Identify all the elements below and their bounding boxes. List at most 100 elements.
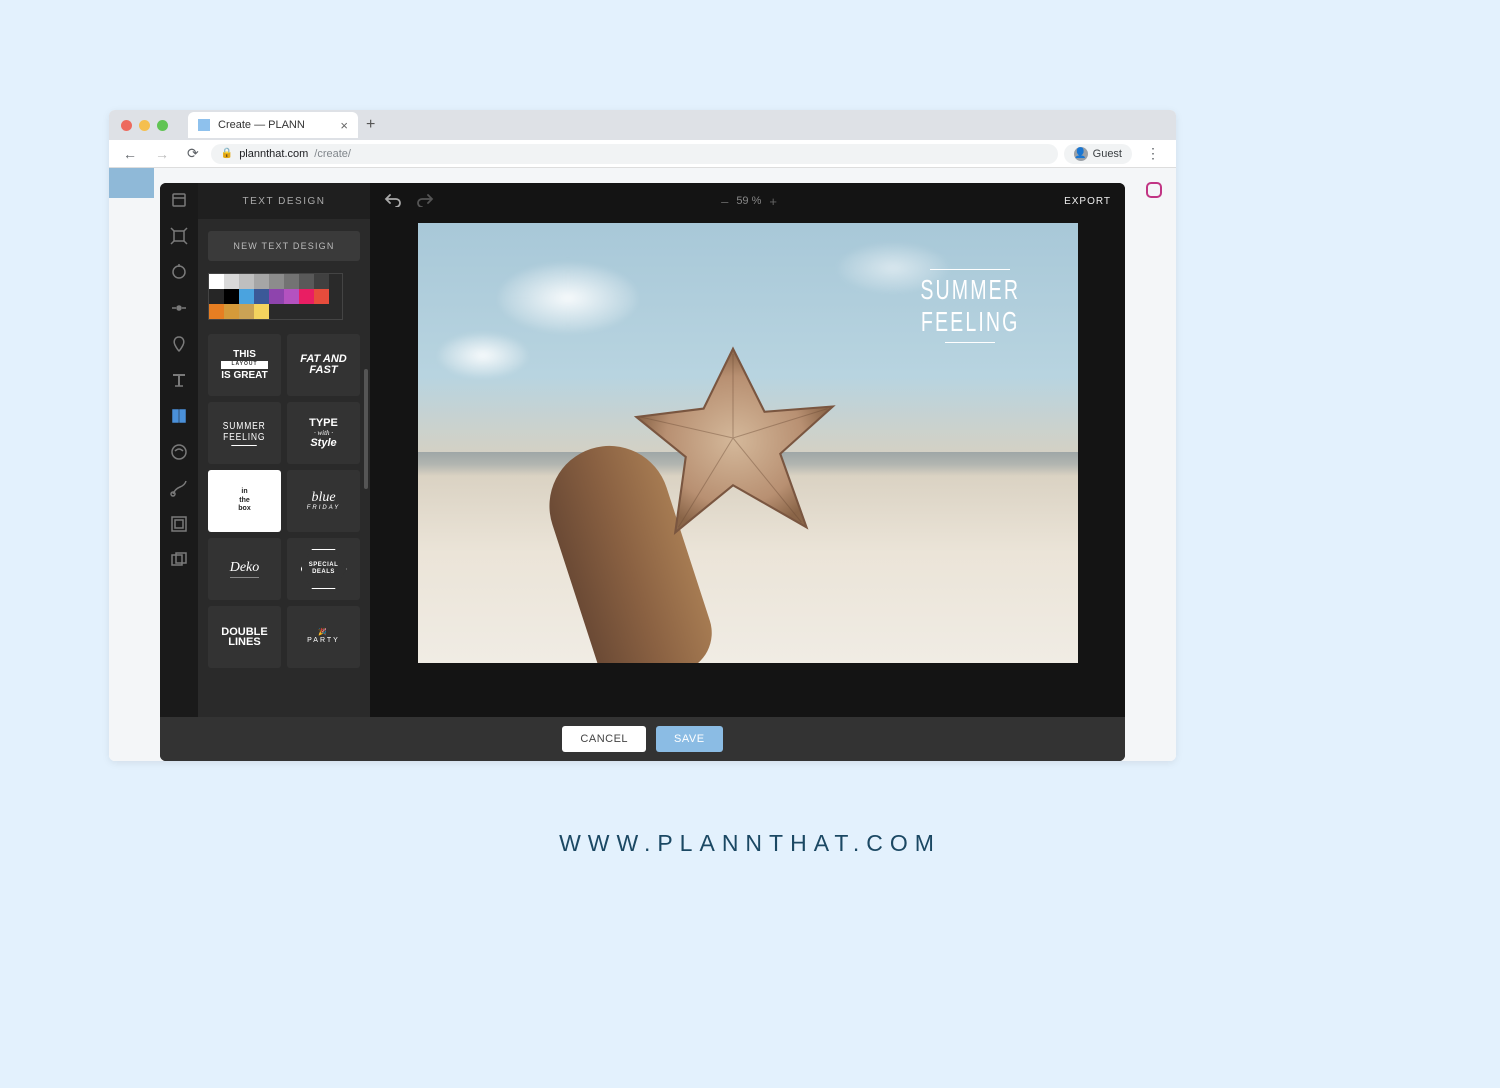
canvas[interactable]: SUMMER FEELING — [418, 223, 1078, 663]
color-swatch[interactable] — [209, 289, 224, 304]
zoom-in-button[interactable]: + — [769, 194, 777, 209]
tool-overlay-icon[interactable] — [170, 551, 188, 569]
nav-forward-button[interactable]: → — [149, 144, 175, 164]
nav-back-button[interactable]: ← — [117, 144, 143, 164]
user-icon: 👤 — [1074, 147, 1088, 161]
lock-icon: 🔒 — [221, 148, 233, 159]
template-type-style[interactable]: TYPE· with ·Style — [287, 402, 360, 464]
color-swatch[interactable] — [224, 274, 239, 289]
tool-sticker-icon[interactable] — [170, 443, 188, 461]
cancel-button[interactable]: CANCEL — [562, 726, 646, 752]
instagram-icon — [1146, 182, 1162, 198]
editor-footer: CANCEL SAVE — [160, 717, 1125, 761]
tab-title: Create — PLANN — [218, 119, 305, 131]
tool-transform-icon[interactable] — [170, 227, 188, 245]
starfish-decoration — [618, 333, 848, 543]
panel-content: NEW TEXT DESIGN THISLAYOUTIS GREATFAT AN… — [198, 219, 370, 717]
color-swatch[interactable] — [224, 289, 239, 304]
zoom-out-button[interactable]: – — [721, 194, 728, 209]
template-deko[interactable]: Deko — [208, 538, 281, 600]
color-swatch[interactable] — [284, 289, 299, 304]
profile-label: Guest — [1093, 148, 1122, 160]
tool-frame-icon[interactable] — [170, 515, 188, 533]
template-summer-feeling[interactable]: SUMMERFEELING — [208, 402, 281, 464]
color-swatch[interactable] — [299, 274, 314, 289]
template-in-the-box[interactable]: inthebox — [208, 470, 281, 532]
editor-body: TEXT DESIGN NEW TEXT DESIGN THISLAYOUTIS… — [160, 183, 1125, 717]
canvas-toolbar: – 59 % + EXPORT — [370, 183, 1125, 219]
tool-filter-icon[interactable] — [170, 335, 188, 353]
color-swatches — [208, 273, 343, 320]
tool-rail — [160, 183, 198, 717]
canvas-area: – 59 % + EXPORT — [370, 183, 1125, 717]
tool-library-icon[interactable] — [170, 191, 188, 209]
favicon — [198, 119, 210, 131]
url-path: /create/ — [314, 148, 351, 160]
color-swatch[interactable] — [224, 304, 239, 319]
plann-logo — [109, 168, 154, 198]
window-maximize-button[interactable] — [157, 120, 168, 131]
browser-tab[interactable]: Create — PLANN × — [188, 112, 358, 138]
cloud-decoration — [498, 263, 638, 333]
image-editor-modal: TEXT DESIGN NEW TEXT DESIGN THISLAYOUTIS… — [160, 183, 1125, 761]
undo-button[interactable] — [384, 193, 402, 210]
color-swatch[interactable] — [299, 289, 314, 304]
tool-text-icon[interactable] — [170, 371, 188, 389]
save-button[interactable]: SAVE — [656, 726, 723, 752]
template-double-lines[interactable]: DOUBLELINES — [208, 606, 281, 668]
color-swatch[interactable] — [209, 274, 224, 289]
canvas-wrap: SUMMER FEELING — [370, 219, 1125, 717]
overlay-rule — [930, 269, 1010, 270]
nav-reload-button[interactable]: ⟳ — [181, 143, 205, 164]
color-swatch[interactable] — [239, 274, 254, 289]
color-swatch[interactable] — [269, 289, 284, 304]
browser-address-bar: ← → ⟳ 🔒 plannthat.com/create/ 👤 Guest ⋮ — [109, 140, 1176, 168]
new-text-design-button[interactable]: NEW TEXT DESIGN — [208, 231, 360, 261]
window-minimize-button[interactable] — [139, 120, 150, 131]
browser-menu-button[interactable]: ⋮ — [1138, 145, 1168, 162]
zoom-value: 59 % — [736, 195, 761, 207]
redo-button[interactable] — [416, 193, 434, 210]
new-tab-button[interactable]: + — [366, 116, 375, 134]
template-special-deals[interactable]: SPECIALDEALS — [287, 538, 360, 600]
overlay-line1: SUMMER — [920, 274, 1020, 306]
template-this-layout[interactable]: THISLAYOUTIS GREAT — [208, 334, 281, 396]
overlay-rule — [945, 342, 995, 343]
color-swatch[interactable] — [284, 274, 299, 289]
footer-url: WWW.PLANNTHAT.COM — [0, 830, 1500, 857]
tool-focus-icon[interactable] — [170, 299, 188, 317]
tool-text-design-icon[interactable] — [170, 407, 188, 425]
text-overlay[interactable]: SUMMER FEELING — [899, 265, 1041, 347]
color-swatch[interactable] — [209, 304, 224, 319]
window-controls — [109, 120, 168, 131]
color-swatch[interactable] — [254, 289, 269, 304]
tool-adjust-icon[interactable] — [170, 263, 188, 281]
tab-close-icon[interactable]: × — [340, 118, 348, 133]
zoom-control: – 59 % + — [721, 194, 777, 209]
browser-window: Create — PLANN × + ← → ⟳ 🔒 plannthat.com… — [109, 110, 1176, 761]
cloud-decoration — [438, 333, 528, 378]
panel-title: TEXT DESIGN — [198, 183, 370, 219]
text-design-panel: TEXT DESIGN NEW TEXT DESIGN THISLAYOUTIS… — [198, 183, 370, 717]
window-close-button[interactable] — [121, 120, 132, 131]
color-swatch[interactable] — [314, 274, 329, 289]
color-swatch[interactable] — [239, 304, 254, 319]
color-swatch[interactable] — [254, 304, 269, 319]
url-input[interactable]: 🔒 plannthat.com/create/ — [211, 144, 1058, 164]
color-swatch[interactable] — [314, 289, 329, 304]
template-fat-fast[interactable]: FAT ANDFAST — [287, 334, 360, 396]
export-button[interactable]: EXPORT — [1064, 196, 1111, 207]
template-party[interactable]: 🎉PARTY — [287, 606, 360, 668]
color-swatch[interactable] — [254, 274, 269, 289]
color-swatch[interactable] — [239, 289, 254, 304]
overlay-line2: FEELING — [920, 306, 1020, 338]
browser-tab-bar: Create — PLANN × + — [109, 110, 1176, 140]
template-blue-friday[interactable]: blueFRIDAY — [287, 470, 360, 532]
tool-brush-icon[interactable] — [170, 479, 188, 497]
url-domain: plannthat.com — [239, 148, 308, 160]
template-grid: THISLAYOUTIS GREATFAT ANDFASTSUMMERFEELI… — [208, 334, 360, 668]
color-swatch[interactable] — [269, 274, 284, 289]
page-content: TEXT DESIGN NEW TEXT DESIGN THISLAYOUTIS… — [109, 168, 1176, 761]
panel-scrollbar[interactable] — [364, 369, 368, 489]
profile-button[interactable]: 👤 Guest — [1064, 144, 1132, 164]
